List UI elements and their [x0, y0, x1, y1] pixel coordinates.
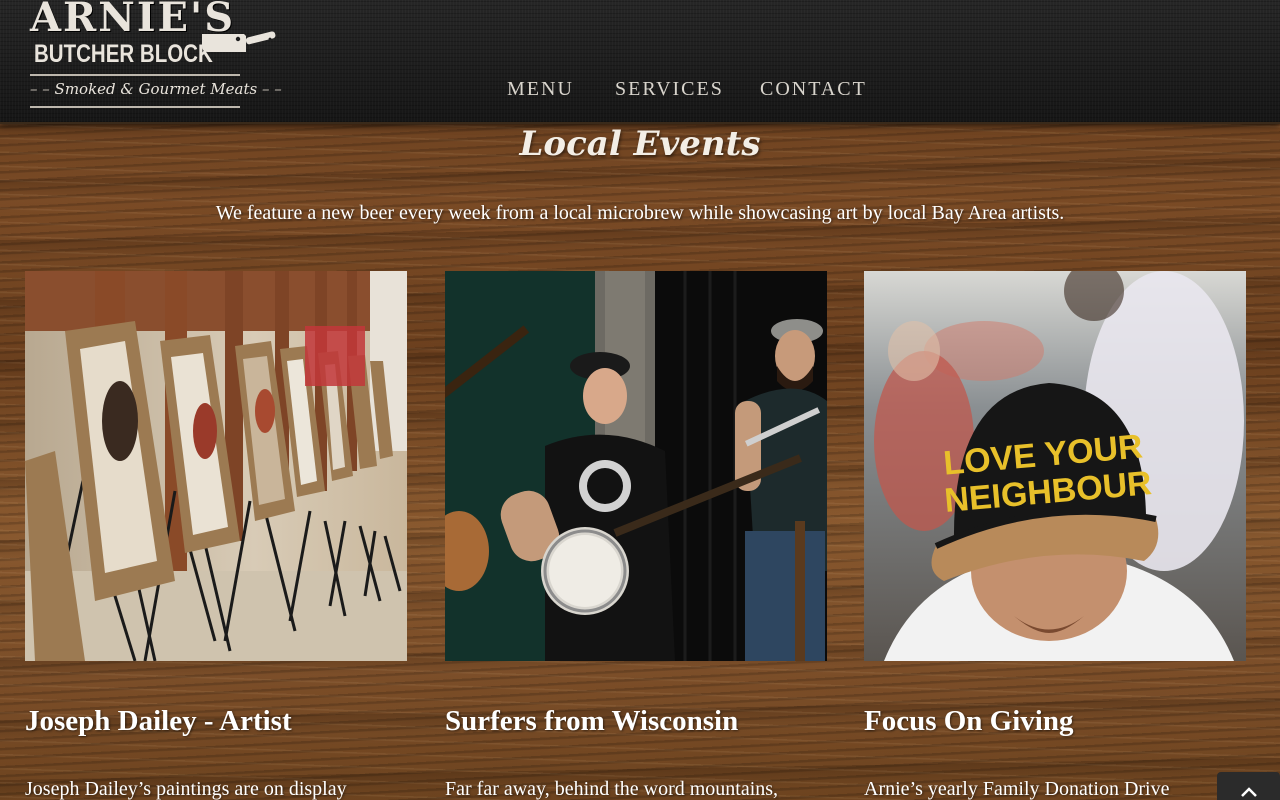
scroll-to-top-button[interactable]	[1217, 772, 1280, 800]
section-intro: We feature a new beer every week from a …	[215, 202, 1065, 224]
site-header: ARNIE'S BUTCHER BLOCK – – Smoked & Gourm…	[0, 0, 1280, 124]
event-title: Focus On Giving	[864, 705, 1074, 737]
logo-name-line2: BUTCHER BLOCK	[34, 40, 213, 68]
event-card-artist: Joseph Dailey - Artist Joseph Dailey’s p…	[25, 271, 407, 800]
nav-item-contact[interactable]: CONTACT	[760, 78, 867, 101]
event-title: Joseph Dailey - Artist	[25, 705, 292, 737]
main-nav: MENU SERVICES CONTACT	[0, 78, 1280, 104]
event-title: Surfers from Wisconsin	[445, 705, 739, 737]
section-title: Local Events	[519, 124, 761, 164]
nav-item-menu[interactable]: MENU	[507, 78, 574, 101]
love-your-neighbour-cap-photo[interactable]: LOVE YOUR NEIGHBOUR	[864, 271, 1246, 661]
logo-rule-top	[30, 74, 240, 76]
event-card-giving: LOVE YOUR NEIGHBOUR Focus On Giving Arni…	[864, 271, 1246, 800]
cleaver-icon	[202, 31, 276, 52]
art-gallery-easels-photo[interactable]	[25, 271, 407, 661]
nav-item-services[interactable]: SERVICES	[615, 78, 724, 101]
event-description: Far far away, behind the word mountains,	[445, 778, 779, 800]
event-description: Joseph Dailey’s paintings are on display	[25, 778, 347, 800]
chevron-up-icon	[1240, 787, 1257, 797]
event-card-band: Surfers from Wisconsin Far far away, beh…	[445, 271, 827, 800]
logo-rule-bottom	[30, 106, 240, 108]
band-banjo-guitar-photo[interactable]	[445, 271, 827, 661]
